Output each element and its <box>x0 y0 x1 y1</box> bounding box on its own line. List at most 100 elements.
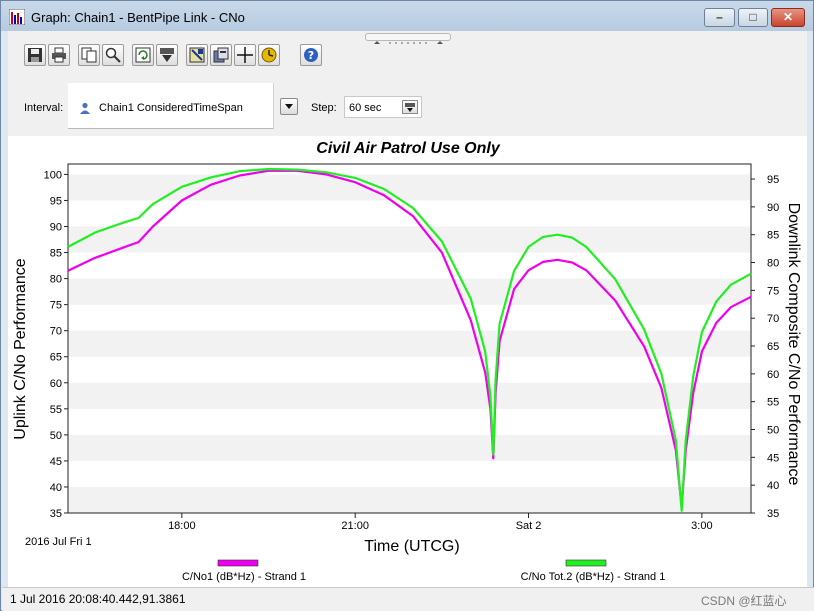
x-tick-label: 18:00 <box>168 520 196 532</box>
right-tick-label: 65 <box>767 341 779 353</box>
left-tick-label: 50 <box>50 430 62 442</box>
svg-text:?: ? <box>308 49 314 62</box>
properties-icon <box>213 47 229 63</box>
save-button[interactable] <box>24 44 46 66</box>
left-tick-label: 95 <box>50 195 62 207</box>
maximize-button[interactable]: □ <box>738 8 768 27</box>
interval-field[interactable]: Chain1 ConsideredTimeSpan <box>68 83 274 129</box>
crosshair-icon <box>237 47 253 63</box>
x-axis-title: Time (UTCG) <box>364 538 459 555</box>
right-tick-label: 35 <box>767 508 779 520</box>
left-axis-title: Uplink C/No Performance <box>12 258 29 440</box>
interval-person-icon <box>80 102 90 114</box>
legend-label-2: C/No Tot.2 (dB*Hz) - Strand 1 <box>521 571 666 583</box>
export-icon <box>160 48 174 62</box>
chevron-down-icon <box>285 104 293 109</box>
right-tick-label: 40 <box>767 480 779 492</box>
minimize-button[interactable]: – <box>704 8 735 27</box>
properties-button[interactable] <box>210 44 232 66</box>
status-bar: 1 Jul 2016 20:08:40.442,91.3861 CSDN @红蓝… <box>2 587 814 611</box>
grid-band <box>68 486 751 513</box>
right-tick-label: 95 <box>767 174 779 186</box>
right-tick-label: 50 <box>767 425 779 437</box>
interval-label: Interval: <box>24 102 64 114</box>
legend: C/No1 (dB*Hz) - Strand 1 C/No Tot.2 (dB*H… <box>182 559 666 583</box>
help-icon: ? <box>304 48 318 62</box>
legend-swatch-2 <box>565 559 607 567</box>
watermark-text: CSDN @红蓝心 <box>701 594 787 608</box>
right-tick-label: 60 <box>767 369 779 381</box>
left-tick-label: 75 <box>50 300 62 312</box>
step-value: 60 sec <box>349 102 382 114</box>
print-icon <box>52 47 66 63</box>
toolbar-grip[interactable] <box>365 33 451 44</box>
left-tick-label: 70 <box>50 326 62 338</box>
right-tick-label: 55 <box>767 397 779 409</box>
left-tick-label: 35 <box>50 508 62 520</box>
options-icon <box>189 47 205 63</box>
refresh-icon <box>135 47 151 63</box>
window-title: Graph: Chain1 - BentPipe Link - CNo <box>31 10 245 25</box>
interval-dropdown-button[interactable] <box>280 98 298 115</box>
right-tick-label: 75 <box>767 285 779 297</box>
grid-band <box>68 382 751 409</box>
grid-band <box>68 226 751 253</box>
left-tick-label: 85 <box>50 248 62 260</box>
right-tick-label: 70 <box>767 313 779 325</box>
zoom-icon <box>105 47 121 63</box>
left-tick-label: 65 <box>50 352 62 364</box>
minimize-icon: – <box>716 10 723 24</box>
x-tick-label: 3:00 <box>691 520 712 532</box>
save-icon <box>28 48 42 62</box>
chart-title: Civil Air Patrol Use Only <box>316 140 501 157</box>
grid-band <box>68 434 751 461</box>
left-tick-label: 60 <box>50 378 62 390</box>
right-tick-label: 85 <box>767 230 779 242</box>
crosshair-button[interactable] <box>234 44 256 66</box>
right-y-axis: 35 40 45 50 55 60 65 70 75 80 85 90 95 <box>751 174 779 520</box>
graph-client-area: ? Interval: Chain1 ConsideredTimeSpan St… <box>8 31 807 587</box>
refresh-button[interactable] <box>132 44 154 66</box>
title-bar[interactable]: Graph: Chain1 - BentPipe Link - CNo – □ … <box>1 1 813 31</box>
x-axis: 18:00 21:00 Sat 2 3:00 <box>168 513 713 532</box>
step-picker-icon <box>405 103 415 112</box>
copy-button[interactable] <box>78 44 100 66</box>
print-button[interactable] <box>48 44 70 66</box>
right-tick-label: 45 <box>767 452 779 464</box>
legend-label-1: C/No1 (dB*Hz) - Strand 1 <box>182 571 306 583</box>
grid-band <box>68 278 751 305</box>
grip-dots-icon <box>374 41 443 44</box>
date-label: 2016 Jul Fri 1 <box>25 536 92 548</box>
animation-button[interactable] <box>258 44 280 66</box>
plot-area: 18:00 21:00 Sat 2 3:00 35 40 45 50 55 60 65 70 75 80… <box>8 136 807 587</box>
maximize-icon: □ <box>749 10 757 24</box>
options-button[interactable] <box>186 44 208 66</box>
left-y-axis: 35 40 45 50 55 60 65 70 75 80 85 90 95 100 <box>44 169 68 520</box>
x-tick-label: 21:00 <box>341 520 369 532</box>
zoom-button[interactable] <box>102 44 124 66</box>
export-button[interactable] <box>156 44 178 66</box>
interval-value: Chain1 ConsideredTimeSpan <box>99 102 243 114</box>
step-field[interactable]: 60 sec <box>344 96 422 118</box>
right-tick-label: 80 <box>767 258 779 270</box>
help-button[interactable]: ? <box>300 44 322 66</box>
step-label: Step: <box>311 102 337 114</box>
copy-icon <box>81 47 97 63</box>
animation-icon <box>261 47 277 63</box>
cno-chart[interactable]: 18:00 21:00 Sat 2 3:00 35 40 45 50 55 60 65 70 75 80… <box>8 136 807 587</box>
left-tick-label: 80 <box>50 274 62 286</box>
legend-swatch-1 <box>217 559 259 567</box>
right-axis-title: Downlink Composite C/No Performance <box>785 203 802 486</box>
left-tick-label: 40 <box>50 482 62 494</box>
left-tick-label: 90 <box>50 222 62 234</box>
left-tick-label: 55 <box>50 404 62 416</box>
x-tick-label: Sat 2 <box>516 520 542 532</box>
step-picker-button[interactable] <box>402 100 418 114</box>
close-button[interactable]: ✕ <box>771 8 805 27</box>
left-tick-label: 100 <box>44 169 62 181</box>
graph-window: Graph: Chain1 - BentPipe Link - CNo – □ … <box>0 0 814 611</box>
right-tick-label: 90 <box>767 202 779 214</box>
graph-app-icon <box>9 9 25 25</box>
close-icon: ✕ <box>782 10 794 24</box>
left-tick-label: 45 <box>50 456 62 468</box>
